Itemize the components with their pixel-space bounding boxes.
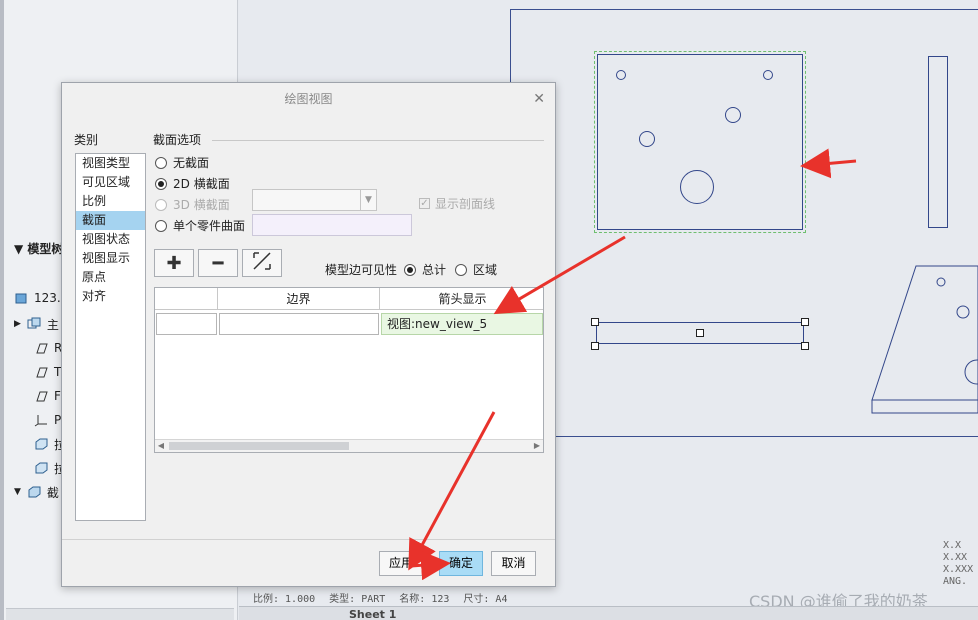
column-header: 箭头显示 [438, 292, 487, 306]
radio-no-section[interactable]: 无截面 [155, 154, 209, 171]
table-header: 边界 箭头显示 [155, 288, 543, 310]
category-item[interactable]: 视图显示 [76, 249, 145, 268]
assembly-icon [27, 317, 41, 331]
isometric-view[interactable] [869, 262, 978, 418]
dialog-title: 绘图视图 [284, 92, 333, 106]
arrow-display-cell[interactable]: 视图:new_view_5 [381, 313, 543, 335]
radio-2d-section[interactable]: 2D 横截面 [155, 175, 230, 192]
cancel-button[interactable]: 取消 [491, 551, 536, 576]
apply-button[interactable]: 应用 [379, 551, 423, 576]
drawing-view-dialog: 绘图视图 ✕ 类别 视图类型 可见区域 比例 截面 视图状态 视图显示 原点 对… [61, 82, 556, 587]
category-item[interactable]: 视图类型 [76, 154, 145, 173]
scroll-right-icon[interactable]: ▶ [531, 440, 543, 452]
section-options-label: 截面选项 [153, 133, 202, 147]
3d-section-dropdown[interactable]: ▼ [252, 189, 377, 211]
coordinate-system-icon [34, 413, 48, 427]
part-icon [14, 291, 28, 305]
checkbox-box[interactable]: ✓ [419, 198, 430, 209]
side-view-outline[interactable] [928, 56, 948, 228]
hole-small-1 [616, 70, 626, 80]
table-row[interactable]: 视图:new_view_5 [155, 310, 543, 335]
category-list: 视图类型 可见区域 比例 截面 视图状态 视图显示 原点 对齐 [75, 153, 146, 521]
extrude-icon [34, 437, 48, 451]
radio-dot[interactable] [155, 156, 167, 169]
resize-handle[interactable] [591, 342, 599, 350]
plus-icon: ✚ [166, 252, 182, 274]
chevron-down-icon[interactable]: ▼ [360, 190, 376, 210]
radio-dot[interactable] [155, 177, 167, 190]
resize-handle[interactable] [591, 318, 599, 326]
dialog-button-divider [62, 539, 555, 540]
category-item-selected[interactable]: 截面 [76, 211, 145, 230]
collapse-icon[interactable]: ▼ [14, 487, 21, 497]
radio-dot[interactable] [455, 263, 467, 276]
add-section-button[interactable]: ✚ [154, 249, 194, 277]
table-cell[interactable] [156, 313, 217, 335]
category-item[interactable]: 视图状态 [76, 230, 145, 249]
category-item[interactable]: 比例 [76, 192, 145, 211]
scroll-thumb[interactable] [169, 442, 349, 450]
column-header: 边界 [218, 288, 380, 310]
sheet-tab-bar: Sheet 1 [239, 606, 978, 620]
radio-3d-section[interactable]: 3D 横截面 [155, 196, 230, 213]
hole-small-2 [763, 70, 773, 80]
hole-medium-2 [639, 131, 655, 147]
category-item[interactable]: 对齐 [76, 287, 145, 306]
datum-plane-icon [34, 389, 48, 403]
datum-plane-icon [34, 341, 48, 355]
tolerance-table: X.X X.XX X.XXX ANG. [943, 540, 974, 587]
datum-plane-icon [34, 365, 48, 379]
sheet-tab[interactable]: Sheet 1 [349, 608, 396, 620]
remove-section-button[interactable]: ━ [198, 249, 238, 277]
tree-horizontal-scrollbar[interactable] [6, 608, 234, 620]
category-item[interactable]: 可见区域 [76, 173, 145, 192]
flip-icon [251, 250, 273, 277]
radio-single-surface[interactable]: 单个零件曲面 [155, 217, 245, 234]
section-table: 边界 箭头显示 视图:new_view_5 ◀ ▶ [154, 287, 544, 453]
table-cell[interactable] [219, 313, 379, 335]
scroll-left-icon[interactable]: ◀ [155, 440, 167, 452]
minus-icon: ━ [212, 252, 224, 274]
category-item[interactable]: 原点 [76, 268, 145, 287]
tree-item-datum-f[interactable]: F [34, 386, 61, 406]
tree-item-csys[interactable]: P [34, 410, 61, 430]
tree-item-datum-r[interactable]: R [34, 338, 62, 358]
close-icon[interactable]: ✕ [533, 91, 545, 107]
category-label: 类别 [74, 133, 99, 147]
extrude-icon [34, 461, 48, 475]
hole-large [680, 170, 714, 204]
model-tree-header[interactable]: ▼ 模型树 [14, 240, 63, 257]
radio-area[interactable]: 区域 [455, 261, 497, 278]
panel-grip[interactable] [0, 0, 4, 620]
cross-section-icon [27, 485, 41, 499]
resize-handle[interactable] [801, 342, 809, 350]
show-hatch-checkbox[interactable]: ✓ 显示剖面线 [419, 195, 495, 212]
radio-dot[interactable] [155, 198, 167, 211]
tree-item-assembly[interactable]: ▶ 主 [14, 314, 59, 334]
ok-button[interactable]: 确定 [439, 551, 483, 576]
group-divider [212, 140, 544, 141]
radio-dot[interactable] [155, 219, 167, 232]
resize-handle[interactable] [696, 329, 704, 337]
radio-total[interactable]: 总计 [404, 261, 446, 278]
radio-dot[interactable] [404, 263, 416, 276]
edge-visibility-label: 模型边可见性 [325, 263, 398, 277]
tree-item-section[interactable]: ▼ 截 [14, 482, 59, 502]
flip-section-button[interactable] [242, 249, 282, 277]
tree-item-datum-t[interactable]: T [34, 362, 61, 382]
hole-medium-1 [725, 107, 741, 123]
expand-icon[interactable]: ▶ [14, 319, 21, 329]
column-header [155, 288, 218, 310]
resize-handle[interactable] [801, 318, 809, 326]
table-horizontal-scrollbar[interactable]: ◀ ▶ [155, 439, 543, 452]
surface-select-field[interactable] [252, 214, 412, 236]
